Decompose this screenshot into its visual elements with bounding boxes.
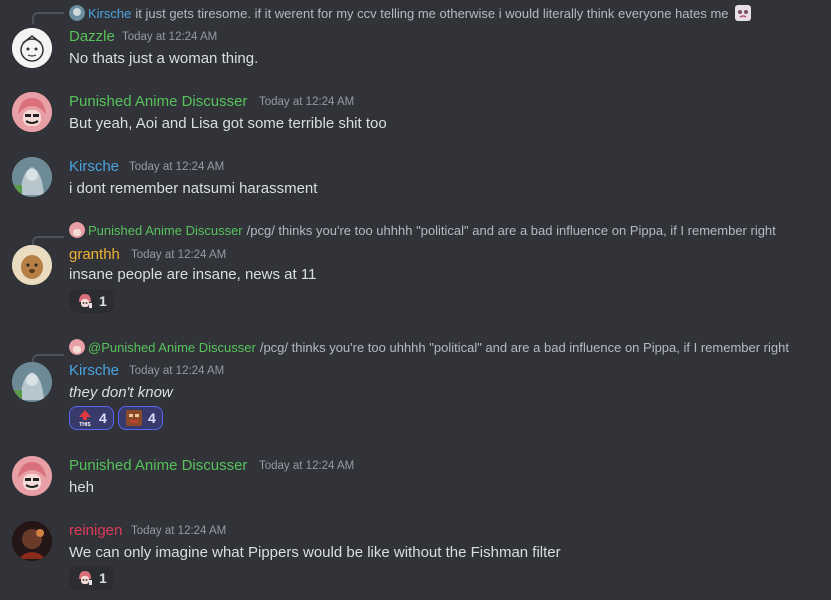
- timestamp[interactable]: Today at 12:24 AM: [131, 525, 226, 537]
- message-text: i dont remember natsumi harassment: [69, 180, 318, 197]
- reply-text: it just gets tiresome. if it werent for …: [135, 6, 729, 21]
- author-name[interactable]: Punished Anime Discusser: [69, 457, 247, 474]
- message-text: No thats just a woman thing.: [69, 50, 259, 67]
- reaction-button[interactable]: 1: [69, 566, 114, 590]
- message-text: they don't know: [69, 384, 173, 401]
- punished-mini-avatar: [69, 339, 85, 355]
- author-name[interactable]: Punished Anime Discusser: [69, 93, 247, 110]
- message-text: heh: [69, 479, 95, 496]
- reply-author[interactable]: Punished Anime Discusser: [88, 223, 243, 238]
- reaction-button[interactable]: THIS 4: [69, 406, 114, 430]
- avatar-kirsche[interactable]: [12, 157, 52, 197]
- timestamp[interactable]: Today at 12:24 AM: [259, 96, 354, 108]
- avatar-dazzle[interactable]: [12, 28, 52, 68]
- reaction-button[interactable]: 4: [118, 406, 163, 430]
- reply-author[interactable]: @Punished Anime Discusser: [88, 340, 256, 355]
- author-name[interactable]: granthh: [69, 246, 120, 263]
- timestamp[interactable]: Today at 12:24 AM: [131, 249, 226, 261]
- reaction-count: 1: [99, 293, 107, 309]
- timestamp[interactable]: Today at 12:24 AM: [259, 460, 354, 472]
- anime-girl-emoji-icon: [76, 569, 94, 587]
- timestamp[interactable]: Today at 12:24 AM: [122, 31, 217, 43]
- message-text: We can only imagine what Pippers would b…: [69, 544, 561, 561]
- author-name[interactable]: reinigen: [69, 522, 122, 539]
- timestamp[interactable]: Today at 12:24 AM: [129, 161, 224, 173]
- reply-preview[interactable]: Punished Anime Discusser/pcg/ thinks you…: [69, 222, 776, 238]
- anime-girl-emoji-icon: [76, 292, 94, 310]
- this-arrow-emoji-icon: THIS: [76, 409, 94, 428]
- avatar-granthh[interactable]: [12, 245, 52, 285]
- avatar-punished-anime-discusser[interactable]: [12, 456, 52, 496]
- reaction-count: 4: [148, 410, 156, 426]
- message-text: But yeah, Aoi and Lisa got some terrible…: [69, 115, 387, 132]
- svg-text:THIS: THIS: [79, 422, 91, 427]
- timestamp[interactable]: Today at 12:24 AM: [129, 365, 224, 377]
- author-name[interactable]: Kirsche: [69, 158, 119, 175]
- avatar-kirsche[interactable]: [12, 362, 52, 402]
- reply-connector: [32, 12, 64, 24]
- reaction-button[interactable]: 1: [69, 289, 114, 313]
- author-name[interactable]: Dazzle: [69, 28, 115, 45]
- author-name[interactable]: Kirsche: [69, 362, 119, 379]
- avatar-reinigen[interactable]: [12, 521, 52, 561]
- reaction-count: 4: [99, 410, 107, 426]
- face-emoji-icon: [125, 409, 143, 427]
- reply-preview[interactable]: @Punished Anime Discusser/pcg/ thinks yo…: [69, 339, 789, 355]
- crying-anime-emoji-icon: [734, 4, 752, 22]
- punished-mini-avatar: [69, 222, 85, 238]
- message-text: insane people are insane, news at 11: [69, 266, 317, 283]
- avatar-punished-anime-discusser[interactable]: [12, 92, 52, 132]
- kirsche-mini-avatar: [69, 5, 85, 21]
- reply-author[interactable]: Kirsche: [88, 6, 131, 21]
- reply-text: /pcg/ thinks you're too uhhhh "political…: [259, 340, 789, 355]
- reply-preview[interactable]: Kirsche it just gets tiresome. if it were…: [69, 4, 752, 22]
- reaction-count: 1: [99, 570, 107, 586]
- reply-text: /pcg/ thinks you're too uhhhh "political…: [246, 223, 776, 238]
